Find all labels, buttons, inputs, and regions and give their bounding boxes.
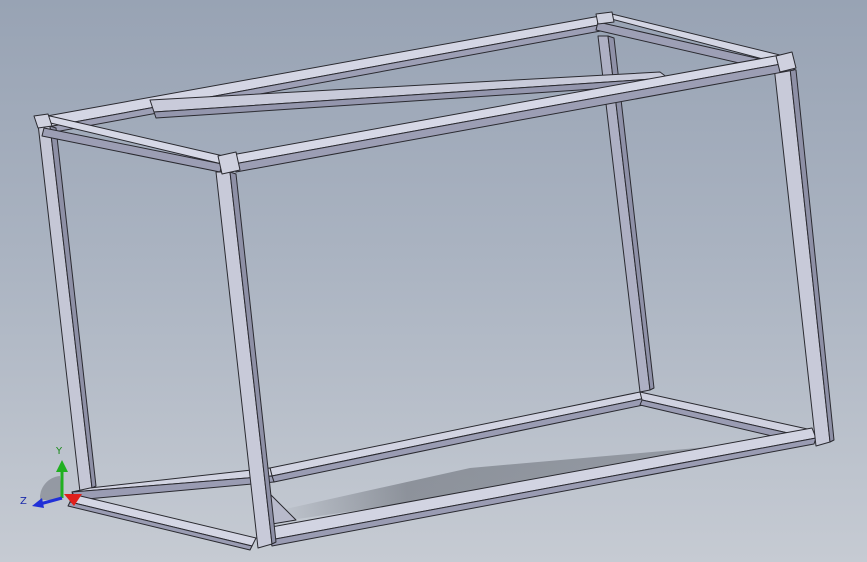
frame-corner-cap-front[interactable] bbox=[217, 151, 241, 175]
triad-y-arrow bbox=[56, 460, 68, 472]
graphics-viewport[interactable]: Y Z bbox=[0, 0, 867, 562]
frame-front-left-post[interactable] bbox=[37, 123, 97, 493]
frame-front-center-post[interactable] bbox=[215, 171, 277, 549]
frame-bottom-front-right-rail[interactable] bbox=[265, 427, 817, 547]
reference-triad[interactable]: Y Z bbox=[20, 446, 82, 508]
model-frame[interactable]: Y Z bbox=[0, 0, 867, 562]
frame-corner-cap-right[interactable] bbox=[775, 51, 797, 73]
frame-front-right-post[interactable] bbox=[773, 65, 835, 447]
triad-backdrop bbox=[39, 476, 62, 500]
triad-z-label: Z bbox=[20, 496, 27, 507]
triad-z-arrow bbox=[32, 498, 44, 508]
frame-corner-cap-back[interactable] bbox=[595, 11, 615, 25]
frame-top-front-left-rail[interactable] bbox=[37, 115, 233, 173]
frame-bottom-front-rail[interactable] bbox=[67, 493, 257, 551]
triad-y-label: Y bbox=[55, 446, 63, 457]
frame-bottom-left-rail[interactable] bbox=[71, 467, 275, 501]
